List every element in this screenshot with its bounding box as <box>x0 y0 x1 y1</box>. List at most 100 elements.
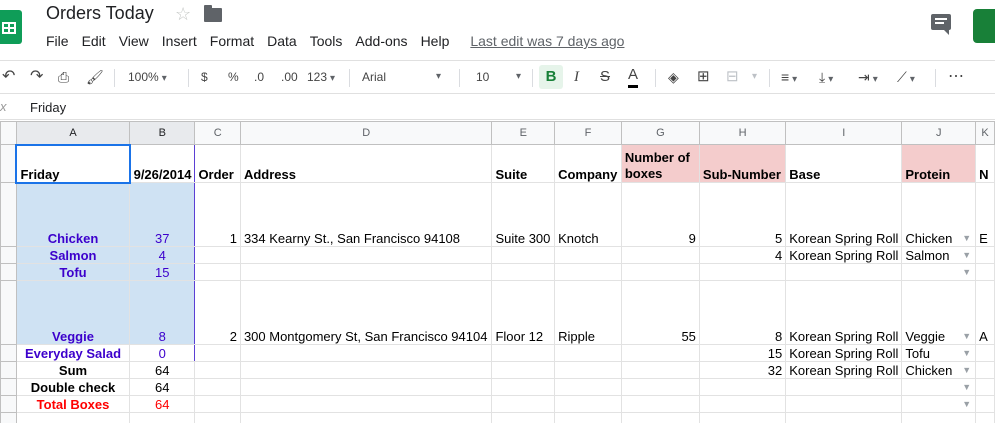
dropdown-arrow-icon[interactable]: ▼ <box>962 348 971 358</box>
dropdown-arrow-icon[interactable]: ▼ <box>962 365 971 375</box>
line-base[interactable]: Korean Spring Roll <box>785 344 903 362</box>
font-family-chevron-down-icon[interactable]: ▾ <box>436 61 441 93</box>
line-base[interactable]: Korean Spring Roll <box>785 361 903 379</box>
merge-chevron-down-icon[interactable]: ▾ <box>752 61 757 93</box>
empty-cell[interactable] <box>194 246 241 264</box>
summary-label[interactable]: Tofu <box>15 263 131 281</box>
column-header-b[interactable]: B <box>129 121 196 145</box>
summary-label[interactable]: Chicken <box>15 182 131 247</box>
empty-cell[interactable] <box>554 395 622 413</box>
menu-format[interactable]: Format <box>210 33 254 51</box>
empty-cell[interactable] <box>554 361 622 379</box>
text-color-button[interactable]: A <box>628 64 639 88</box>
column-header-i[interactable]: I <box>785 121 903 145</box>
dropdown-arrow-icon[interactable]: ▼ <box>962 382 971 392</box>
empty-cell[interactable] <box>975 395 995 413</box>
empty-cell[interactable] <box>491 263 556 281</box>
order-address[interactable]: 334 Kearny St., San Francisco 94108 <box>239 182 493 247</box>
empty-cell[interactable] <box>620 344 700 362</box>
empty-cell[interactable] <box>698 378 787 396</box>
summary-value[interactable]: 64 <box>129 395 196 413</box>
font-size-select[interactable]: 10 <box>476 61 489 93</box>
line-protein-dropdown[interactable]: Tofu ▼ <box>901 344 977 362</box>
empty-cell[interactable] <box>785 412 903 423</box>
horizontal-align-icon[interactable]: ≡ <box>781 61 797 93</box>
summary-label[interactable]: Double check <box>15 378 131 396</box>
font-family-select[interactable]: Arial <box>362 61 462 93</box>
summary-label[interactable]: Sum <box>15 361 131 379</box>
borders-icon[interactable]: ⊞ <box>697 61 710 93</box>
summary-label[interactable]: Everyday Salad <box>15 344 131 362</box>
empty-cell[interactable] <box>491 344 556 362</box>
bold-button[interactable]: B <box>539 65 563 89</box>
line-subnumber[interactable]: 32 <box>698 361 787 379</box>
strikethrough-button[interactable]: S <box>600 61 610 93</box>
line-protein-dropdown[interactable]: Salmon ▼ <box>901 246 977 264</box>
menu-tools[interactable]: Tools <box>310 33 343 51</box>
dropdown-arrow-icon[interactable]: ▼ <box>962 331 971 341</box>
empty-cell[interactable] <box>15 412 131 423</box>
empty-cell[interactable] <box>239 263 493 281</box>
order-number[interactable]: 1 <box>194 182 241 247</box>
vertical-align-icon[interactable]: ⤓ <box>819 61 833 93</box>
line-subnumber[interactable]: 8 <box>698 280 787 345</box>
empty-cell[interactable] <box>194 395 241 413</box>
folder-icon[interactable] <box>204 5 222 22</box>
line-protein-dropdown[interactable]: Chicken ▼ <box>901 182 977 247</box>
row-header[interactable] <box>0 182 17 247</box>
summary-value[interactable]: 8 <box>129 280 196 345</box>
order-suite[interactable]: Suite 300 <box>491 182 556 247</box>
column-header-c[interactable]: C <box>194 121 241 145</box>
zoom-select[interactable]: 100% <box>128 61 167 93</box>
comment-icon[interactable] <box>931 14 951 35</box>
empty-cell[interactable] <box>239 395 493 413</box>
column-header-g[interactable]: G <box>620 121 700 145</box>
cell-a-friday[interactable]: Friday <box>15 143 131 184</box>
empty-cell[interactable] <box>975 344 995 362</box>
line-k[interactable]: A <box>975 280 995 345</box>
merge-cells-icon[interactable]: ⊟ <box>726 61 739 93</box>
empty-cell[interactable] <box>194 361 241 379</box>
line-subnumber[interactable]: 15 <box>698 344 787 362</box>
empty-cell[interactable] <box>785 395 903 413</box>
summary-value[interactable]: 15 <box>129 263 196 281</box>
empty-cell[interactable] <box>554 246 622 264</box>
document-title[interactable]: Orders Today <box>46 3 154 24</box>
order-address[interactable]: 300 Montgomery St, San Francisco 94104 <box>239 280 493 345</box>
empty-cell[interactable] <box>620 378 700 396</box>
row-header[interactable] <box>0 263 17 281</box>
empty-cell[interactable] <box>239 412 493 423</box>
last-edit-link[interactable]: Last edit was 7 days ago <box>470 33 624 51</box>
print-icon[interactable]: ⎙ <box>58 61 69 93</box>
cell-protein-header[interactable]: Protein <box>901 144 977 183</box>
share-button[interactable] <box>973 9 995 43</box>
formula-input[interactable]: Friday <box>30 100 66 115</box>
redo-icon[interactable]: ↷ <box>30 61 43 93</box>
menu-edit[interactable]: Edit <box>82 33 106 51</box>
row-header[interactable] <box>0 280 17 345</box>
order-number[interactable]: 2 <box>194 280 241 345</box>
empty-cell[interactable] <box>194 344 241 362</box>
empty-cell[interactable] <box>975 378 995 396</box>
cell-address-header[interactable]: Address <box>239 144 493 183</box>
order-boxes[interactable]: 55 <box>620 280 700 345</box>
line-base[interactable]: Korean Spring Roll <box>785 246 903 264</box>
fill-color-icon[interactable]: ◈ <box>668 61 679 93</box>
empty-cell[interactable] <box>491 395 556 413</box>
row-header[interactable] <box>0 412 17 423</box>
dropdown-arrow-icon[interactable]: ▼ <box>962 250 971 260</box>
italic-button[interactable]: I <box>574 61 579 93</box>
menu-insert[interactable]: Insert <box>162 33 197 51</box>
cell-base-header[interactable]: Base <box>785 144 903 183</box>
empty-cell[interactable] <box>239 378 493 396</box>
paint-format-icon[interactable]: 🖌 <box>86 61 104 93</box>
column-header-a[interactable]: A <box>15 121 131 145</box>
empty-cell[interactable] <box>554 378 622 396</box>
menu-view[interactable]: View <box>119 33 149 51</box>
row-header[interactable] <box>0 246 17 264</box>
decrease-decimal-button[interactable]: .0 <box>254 61 264 93</box>
empty-cell[interactable] <box>785 263 903 281</box>
empty-cell[interactable] <box>129 412 196 423</box>
empty-cell[interactable] <box>901 412 977 423</box>
line-base[interactable]: Korean Spring Roll <box>785 280 903 345</box>
